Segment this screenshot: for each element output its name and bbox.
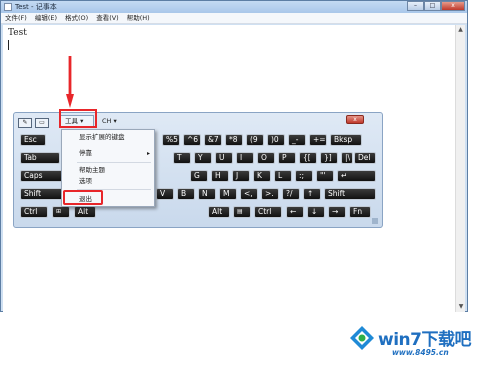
key-5[interactable]: %5 [162,134,180,146]
key-arrow-down[interactable]: ↓ [307,206,325,218]
menu-dock[interactable]: 停靠 ▸ [62,148,154,159]
key-b[interactable]: B [177,188,195,200]
menu-divider [77,162,151,163]
key-h[interactable]: H [211,170,229,182]
menu-dock-label: 停靠 [79,149,92,157]
keyboard-icon[interactable]: ▭ [35,117,49,128]
key-backspace[interactable]: Bksp [330,134,362,146]
close-button[interactable]: x [441,1,465,11]
key-g[interactable]: G [190,170,208,182]
menu-file[interactable]: 文件(F) [1,13,31,23]
key-m[interactable]: M [219,188,237,200]
key-esc[interactable]: Esc [20,134,46,146]
key-slash[interactable]: ?/ [282,188,300,200]
key-quote[interactable]: "' [316,170,334,182]
site-watermark: win7下载吧 www.8495.cn [344,320,496,370]
exit-highlight [63,190,103,205]
key-semicolon[interactable]: :; [295,170,313,182]
key-v[interactable]: V [156,188,174,200]
menu-options[interactable]: 选项 [62,176,154,187]
maximize-button[interactable]: □ [424,1,441,11]
watermark-url: www.8495.cn [392,348,449,357]
key-shift-right[interactable]: Shift [324,188,376,200]
win7-logo-icon [350,326,374,350]
osk-toolbar: ✎ ▭ [18,116,52,129]
key-enter[interactable]: ↵ [337,170,376,182]
key-n[interactable]: N [198,188,216,200]
menu-help[interactable]: 帮助(H) [123,13,154,23]
key-6[interactable]: ^6 [183,134,201,146]
osk-close-button[interactable]: x [346,115,364,124]
key-p[interactable]: P [278,152,296,164]
key-alt-right[interactable]: Alt [208,206,230,218]
menu-show-extended-keyboard[interactable]: 显示扩展的键盘 [62,132,154,143]
key-7[interactable]: &7 [204,134,222,146]
key-arrow-left[interactable]: ← [286,206,304,218]
tools-highlight [59,109,97,128]
key-fn[interactable]: Fn [349,206,371,218]
key-period[interactable]: >. [261,188,279,200]
key-u[interactable]: U [215,152,233,164]
menu-view[interactable]: 查看(V) [92,13,123,23]
minimize-button[interactable]: – [407,1,424,11]
key-ctrl-left[interactable]: Ctrl [20,206,48,218]
windows-key-icon[interactable]: ⊞ [52,206,70,218]
submenu-arrow-icon: ▸ [146,150,150,157]
vertical-scrollbar[interactable]: ▲ ▼ [455,25,465,312]
key-delete[interactable]: Del [354,152,376,164]
key-y[interactable]: Y [194,152,212,164]
editor-text: Test [8,28,27,38]
scroll-up-icon[interactable]: ▲ [456,25,465,35]
key-comma[interactable]: <, [240,188,258,200]
watermark-title: win7下载吧 [378,330,471,350]
key-i[interactable]: I [236,152,254,164]
resize-grip[interactable] [372,218,378,224]
pen-icon[interactable]: ✎ [18,117,32,128]
menu-bar: 文件(F) 编辑(E) 格式(O) 查看(V) 帮助(H) [1,13,467,24]
text-caret [8,40,9,50]
key-l[interactable]: L [274,170,292,182]
key-right-bracket[interactable]: }] [320,152,338,164]
key-backslash[interactable]: |\ [341,152,353,164]
menu-format[interactable]: 格式(O) [61,13,92,23]
key-minus[interactable]: _- [288,134,306,146]
key-8[interactable]: *8 [225,134,243,146]
key-arrow-up[interactable]: ↑ [303,188,321,200]
menu-help-topics[interactable]: 帮助主题 [62,165,154,176]
key-o[interactable]: O [257,152,275,164]
key-arrow-right[interactable]: → [328,206,346,218]
red-arrow-icon [66,56,74,108]
language-selector[interactable]: CH ▾ [102,116,117,127]
key-equals[interactable]: += [309,134,327,146]
key-t[interactable]: T [173,152,191,164]
key-9[interactable]: (9 [246,134,264,146]
notepad-app-icon [4,3,12,11]
menu-key-icon[interactable]: ▤ [233,206,251,218]
key-left-bracket[interactable]: {[ [299,152,317,164]
title-bar[interactable]: Test - 记事本 – □ x [1,1,467,13]
key-caps[interactable]: Caps [20,170,64,182]
key-j[interactable]: J [232,170,250,182]
key-k[interactable]: K [253,170,271,182]
key-alt-left[interactable]: Alt [74,206,96,218]
key-0[interactable]: )0 [267,134,285,146]
scroll-down-icon[interactable]: ▼ [456,302,466,312]
key-tab[interactable]: Tab [20,152,60,164]
key-ctrl-right[interactable]: Ctrl [254,206,282,218]
window-title: Test - 记事本 [15,3,57,11]
window-controls: – □ x [407,1,465,12]
menu-edit[interactable]: 编辑(E) [31,13,61,23]
